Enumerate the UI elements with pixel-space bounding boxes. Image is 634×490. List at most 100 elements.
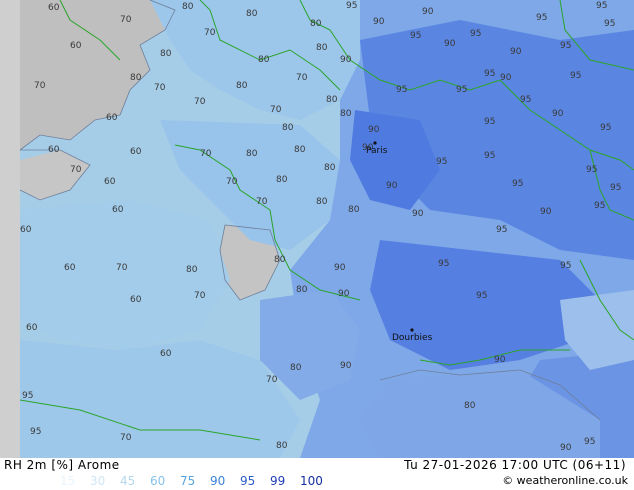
rh-label: 90 bbox=[444, 39, 456, 49]
rh-label: 60 bbox=[64, 263, 76, 273]
city-dot-dourbies bbox=[410, 328, 414, 332]
scale-value: 45 bbox=[120, 474, 136, 488]
scale-value: 30 bbox=[90, 474, 106, 488]
rh-label: 95 bbox=[560, 261, 571, 271]
scale-value: 100 bbox=[300, 474, 323, 488]
rh-label: 70 bbox=[200, 149, 212, 159]
rh-label: 70 bbox=[116, 263, 128, 273]
rh-label: 95 bbox=[484, 151, 495, 161]
rh-label: 60 bbox=[160, 349, 172, 359]
rh-label: 70 bbox=[154, 83, 166, 93]
rh-label: 80 bbox=[294, 145, 306, 155]
rh-label: 90 bbox=[412, 209, 424, 219]
rh-label: 95 bbox=[22, 391, 33, 401]
rh-label: 95 bbox=[410, 31, 421, 41]
map-footer: RH 2m [%] Arome Tu 27-01-2026 17:00 UTC … bbox=[0, 458, 634, 490]
scale-value: 95 bbox=[240, 474, 256, 488]
rh-label: 60 bbox=[104, 177, 116, 187]
rh-label: 95 bbox=[396, 85, 407, 95]
rh-label: 95 bbox=[30, 427, 41, 437]
scale-value: 99 bbox=[270, 474, 286, 488]
rh-label: 95 bbox=[594, 201, 605, 211]
scale-value: 75 bbox=[180, 474, 196, 488]
rh-label: 60 bbox=[130, 147, 142, 157]
left-edge-strip bbox=[0, 0, 20, 458]
rh-label: 80 bbox=[348, 205, 360, 215]
rh-label: 70 bbox=[34, 81, 46, 91]
rh-label: 80 bbox=[182, 2, 194, 12]
rh-label: 95 bbox=[610, 183, 621, 193]
rh-label: 95 bbox=[496, 225, 507, 235]
rh-label: 60 bbox=[130, 295, 142, 305]
rh-label: 95 bbox=[604, 19, 615, 29]
rh-label: 95 bbox=[520, 95, 531, 105]
rh-label: 70 bbox=[270, 105, 282, 115]
rh-label: 95 bbox=[346, 1, 357, 11]
rh-label: 90 bbox=[338, 289, 350, 299]
rh-label: 60 bbox=[112, 205, 124, 215]
rh-label: 95 bbox=[470, 29, 481, 39]
credit-text: © weatheronline.co.uk bbox=[502, 474, 628, 487]
rh-label: 90 bbox=[560, 443, 572, 453]
rh-label: 80 bbox=[324, 163, 336, 173]
rh-label: 70 bbox=[226, 177, 238, 187]
rh-label: 80 bbox=[246, 9, 258, 19]
rh-label: 80 bbox=[290, 363, 302, 373]
rh-label: 90 bbox=[500, 73, 512, 83]
rh-label: 95 bbox=[484, 69, 495, 79]
rh-label: 95 bbox=[476, 291, 487, 301]
rh-label: 90 bbox=[552, 109, 564, 119]
rh-label: 90 bbox=[386, 181, 398, 191]
rh-label: 80 bbox=[316, 197, 328, 207]
rh-label: 60 bbox=[26, 323, 38, 333]
rh-label: 80 bbox=[316, 43, 328, 53]
rh-label: 95 bbox=[600, 123, 611, 133]
rh-label: 80 bbox=[326, 95, 338, 105]
rh-map: 60 70 70 80 80 80 95 90 90 95 95 95 60 8… bbox=[0, 0, 634, 458]
rh-label: 95 bbox=[536, 13, 547, 23]
rh-label: 95 bbox=[438, 259, 449, 269]
scale-value: 15 bbox=[60, 474, 76, 488]
rh-label: 80 bbox=[340, 109, 352, 119]
rh-label: 60 bbox=[20, 225, 32, 235]
rh-label: 80 bbox=[276, 175, 288, 185]
rh-label: 70 bbox=[70, 165, 82, 175]
rh-label: 95 bbox=[456, 85, 467, 95]
rh-label: 60 bbox=[48, 145, 60, 155]
rh-label: 90 bbox=[340, 55, 352, 65]
rh-label: 80 bbox=[296, 285, 308, 295]
rh-label: 80 bbox=[464, 401, 476, 411]
rh-label: 70 bbox=[256, 197, 268, 207]
rh-label: 90 bbox=[368, 125, 380, 135]
rh-label: 80 bbox=[282, 123, 294, 133]
rh-label: 80 bbox=[186, 265, 198, 275]
credit-link[interactable]: © weatheronline.co.uk bbox=[502, 474, 628, 487]
rh-label: 60 bbox=[48, 3, 60, 13]
rh-label: 95 bbox=[586, 165, 597, 175]
scale-value: 90 bbox=[210, 474, 226, 488]
rh-label: 60 bbox=[70, 41, 82, 51]
rh-label: 60 bbox=[106, 113, 118, 123]
map-title: RH 2m [%] Arome bbox=[4, 458, 120, 472]
rh-label: 80 bbox=[130, 73, 142, 83]
rh-label: 90 bbox=[373, 17, 385, 27]
rh-label: 90 bbox=[340, 361, 352, 371]
rh-label: 80 bbox=[276, 441, 288, 451]
rh-label: 95 bbox=[436, 157, 447, 167]
rh-label: 70 bbox=[120, 433, 132, 443]
rh-label: 70 bbox=[194, 97, 206, 107]
color-scale: 15 30 45 60 75 90 95 99 100 bbox=[60, 474, 330, 489]
scale-value: 60 bbox=[150, 474, 166, 488]
rh-label: 70 bbox=[120, 15, 132, 25]
rh-label: 95 bbox=[596, 1, 607, 11]
rh-label: 90 bbox=[540, 207, 552, 217]
rh-label: 80 bbox=[246, 149, 258, 159]
rh-label: 70 bbox=[194, 291, 206, 301]
rh-label: 80 bbox=[310, 19, 322, 29]
rh-label: 80 bbox=[236, 81, 248, 91]
rh-label: 80 bbox=[160, 49, 172, 59]
rh-label: 90 bbox=[334, 263, 346, 273]
rh-label: 90 bbox=[422, 7, 434, 17]
city-label-dourbies: Dourbies bbox=[392, 333, 433, 343]
valid-time: Tu 27-01-2026 17:00 UTC (06+11) bbox=[404, 458, 626, 472]
